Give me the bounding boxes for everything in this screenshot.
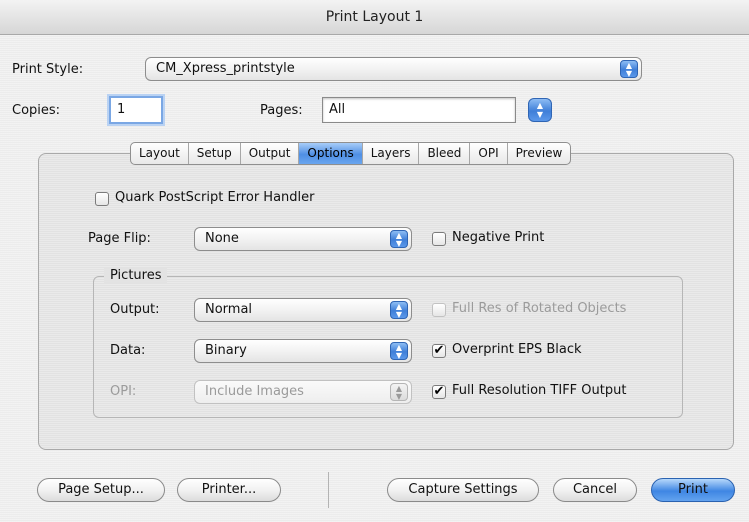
page-flip-popup[interactable]: None ▲ ▼ — [194, 227, 412, 251]
output-popup[interactable]: Normal ▲ ▼ — [194, 298, 412, 322]
pages-popup-arrows-icon[interactable]: ▲ ▼ — [528, 98, 552, 122]
postscript-error-handler-label: Quark PostScript Error Handler — [115, 190, 315, 205]
popup-arrows-icon: ▲ ▼ — [390, 230, 408, 248]
tab-layers[interactable]: Layers — [363, 143, 420, 164]
opi-label: OPI: — [110, 384, 137, 399]
negative-print-checkbox[interactable] — [432, 232, 446, 246]
tab-layout[interactable]: Layout — [131, 143, 189, 164]
tab-preview[interactable]: Preview — [508, 143, 571, 164]
overprint-eps-black-label: Overprint EPS Black — [452, 342, 582, 357]
tab-opi[interactable]: OPI — [470, 143, 508, 164]
opi-popup[interactable]: Include Images ▲ ▼ — [194, 380, 412, 404]
pictures-group-label: Pictures — [104, 268, 168, 283]
popup-arrows-icon: ▲ ▼ — [620, 60, 638, 78]
output-value: Normal — [205, 302, 253, 317]
print-style-label: Print Style: — [12, 62, 84, 77]
overprint-eps-black-checkbox[interactable]: ✔ — [432, 344, 446, 358]
copies-label: Copies: — [12, 103, 61, 118]
page-flip-label: Page Flip: — [88, 231, 151, 246]
capture-settings-button[interactable]: Capture Settings — [387, 478, 539, 502]
postscript-error-handler-checkbox[interactable] — [95, 192, 109, 206]
tab-setup[interactable]: Setup — [189, 143, 241, 164]
output-label: Output: — [110, 302, 160, 317]
pages-field[interactable]: All — [322, 97, 516, 123]
popup-arrows-icon: ▲ ▼ — [390, 301, 408, 319]
page-setup-button[interactable]: Page Setup... — [37, 478, 165, 502]
print-style-value: CM_Xpress_printstyle — [156, 61, 295, 76]
page-flip-value: None — [205, 231, 239, 246]
tab-options[interactable]: Options — [299, 143, 363, 164]
full-res-tiff-checkbox[interactable]: ✔ — [432, 385, 446, 399]
button-divider — [328, 472, 329, 508]
copies-field[interactable]: 1 — [109, 96, 163, 124]
full-res-tiff-label: Full Resolution TIFF Output — [452, 383, 627, 398]
data-value: Binary — [205, 343, 247, 358]
full-res-rotated-checkbox[interactable] — [432, 303, 446, 317]
pages-label: Pages: — [260, 103, 303, 118]
cancel-button[interactable]: Cancel — [553, 478, 637, 502]
printer-button[interactable]: Printer... — [177, 478, 281, 502]
popup-arrows-icon: ▲ ▼ — [390, 342, 408, 360]
data-label: Data: — [110, 343, 146, 358]
data-popup[interactable]: Binary ▲ ▼ — [194, 339, 412, 363]
print-style-popup[interactable]: CM_Xpress_printstyle ▲ ▼ — [145, 57, 642, 81]
tab-bar: Layout Setup Output Options Layers Bleed… — [130, 142, 572, 165]
opi-value: Include Images — [205, 384, 304, 399]
print-button[interactable]: Print — [651, 478, 735, 502]
popup-arrows-icon: ▲ ▼ — [390, 383, 408, 401]
print-dialog-window: Print Layout 1 Print Style: CM_Xpress_pr… — [0, 0, 749, 522]
negative-print-label: Negative Print — [452, 230, 545, 245]
window-title: Print Layout 1 — [0, 0, 749, 35]
tab-bleed[interactable]: Bleed — [419, 143, 471, 164]
tab-output[interactable]: Output — [241, 143, 300, 164]
full-res-rotated-label: Full Res of Rotated Objects — [452, 301, 627, 316]
